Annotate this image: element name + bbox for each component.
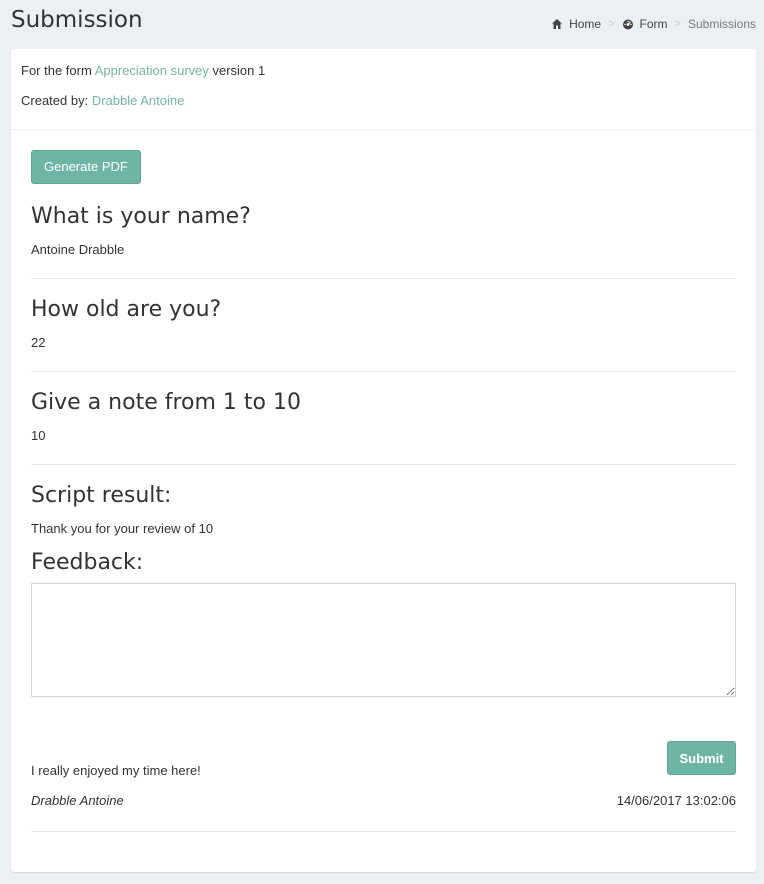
script-result: Script result: Thank you for your review… [31, 483, 736, 536]
page-header: Submission Home > Form > Submissions [0, 0, 764, 48]
comment-text: I really enjoyed my time here! [31, 763, 201, 778]
breadcrumb-home-label: Home [569, 17, 602, 31]
breadcrumb-separator: > [608, 18, 615, 30]
script-result-title: Script result: [31, 483, 172, 508]
comment-author: Drabble Antoine [31, 793, 124, 808]
generate-pdf-button[interactable]: Generate PDF [31, 150, 141, 184]
breadcrumb-current: Submissions [687, 17, 756, 31]
form-prefix: For the form [21, 63, 95, 78]
breadcrumb-form[interactable]: Form [622, 17, 668, 31]
created-by: Created by: Drabble Antoine [21, 91, 746, 111]
created-by-label: Created by: [21, 93, 92, 108]
dashboard-icon [622, 19, 633, 30]
question-block: How old are you? 22 [31, 297, 736, 372]
submission-body: Generate PDF What is your name? Antoine … [11, 130, 756, 697]
feedback-textarea[interactable] [31, 583, 736, 697]
question-block: Give a note from 1 to 10 10 [31, 390, 736, 465]
submission-box: For the form Appreciation survey version… [11, 49, 756, 872]
question-title: How old are you? [31, 297, 222, 322]
divider [31, 831, 736, 832]
breadcrumb-home[interactable]: Home [551, 17, 601, 31]
feedback-section: Feedback: [31, 550, 736, 697]
form-version: version 1 [208, 63, 266, 78]
page-title: Submission [11, 7, 143, 33]
form-link[interactable]: Appreciation survey [95, 63, 209, 78]
question-answer: Antoine Drabble [31, 242, 125, 257]
breadcrumb-form-label: Form [639, 17, 668, 31]
feedback-title: Feedback: [31, 550, 144, 575]
form-info: For the form Appreciation survey version… [21, 61, 746, 81]
submission-meta: For the form Appreciation survey version… [11, 49, 756, 130]
comment-date: 14/06/2017 13:02:06 [616, 793, 736, 808]
submit-button[interactable]: Submit [667, 741, 736, 775]
script-result-text: Thank you for your review of 10 [31, 521, 214, 536]
breadcrumb-separator: > [674, 18, 681, 30]
creator-link[interactable]: Drabble Antoine [92, 93, 185, 108]
question-title: Give a note from 1 to 10 [31, 390, 301, 415]
breadcrumb: Home > Form > Submissions [551, 17, 756, 31]
question-title: What is your name? [31, 204, 251, 229]
home-icon [552, 19, 563, 29]
question-answer: 10 [31, 428, 46, 443]
question-answer: 22 [31, 335, 46, 350]
question-block: What is your name? Antoine Drabble [31, 204, 736, 279]
